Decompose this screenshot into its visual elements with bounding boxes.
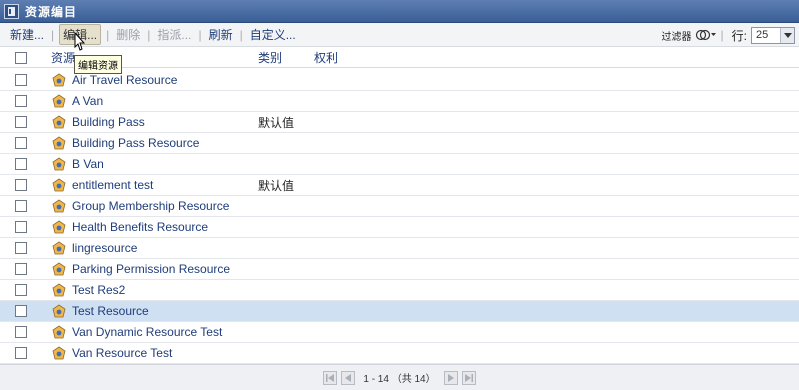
resource-table-body: Air Travel Resource A Van Building Pass 默认值…: [0, 70, 799, 364]
toolbar: 新建... | 编辑... | 删除 | 指派... | 刷新 | 自定义...…: [0, 23, 799, 47]
resource-icon: [52, 325, 66, 339]
separator: |: [720, 28, 724, 42]
resource-icon: [52, 73, 66, 87]
resource-name-link[interactable]: Building Pass: [72, 115, 145, 129]
filter-icon[interactable]: [695, 28, 717, 42]
window-title-bar: 资源编目: [0, 0, 799, 23]
resource-name-link[interactable]: A Van: [72, 94, 103, 108]
resource-icon: [52, 241, 66, 255]
table-row[interactable]: Test Resource: [0, 301, 799, 322]
resource-name-link[interactable]: Van Dynamic Resource Test: [72, 325, 222, 339]
resource-name-link[interactable]: Parking Permission Resource: [72, 262, 230, 276]
row-checkbox[interactable]: [15, 95, 27, 107]
separator: |: [198, 27, 202, 42]
resource-name-link[interactable]: Air Travel Resource: [72, 73, 177, 87]
row-checkbox[interactable]: [15, 74, 27, 86]
resource-icon: [52, 199, 66, 213]
new-button[interactable]: 新建...: [8, 26, 46, 43]
resource-name-link[interactable]: B Van: [72, 157, 104, 171]
table-row[interactable]: lingresource: [0, 238, 799, 259]
separator: |: [106, 27, 110, 42]
table-row[interactable]: Test Res2: [0, 280, 799, 301]
rows-select-value: 25: [756, 29, 769, 41]
resource-name-link[interactable]: entitlement test: [72, 178, 153, 192]
table-row[interactable]: Group Membership Resource: [0, 196, 799, 217]
select-all-checkbox[interactable]: [15, 52, 27, 64]
resource-icon: [52, 94, 66, 108]
resource-name-link[interactable]: Van Resource Test: [72, 346, 172, 360]
catalog-icon: [4, 3, 19, 19]
table-row[interactable]: B Van: [0, 154, 799, 175]
resource-category: 默认值: [258, 115, 295, 130]
customize-button[interactable]: 自定义...: [248, 26, 298, 43]
table-row[interactable]: A Van: [0, 91, 799, 112]
resource-icon: [52, 136, 66, 150]
row-checkbox[interactable]: [15, 242, 27, 254]
rows-label: 行:: [731, 28, 747, 43]
resource-name-link[interactable]: lingresource: [72, 241, 137, 255]
resource-category: 默认值: [258, 178, 295, 193]
resource-name-link[interactable]: Test Res2: [72, 283, 125, 297]
resource-name-link[interactable]: Health Benefits Resource: [72, 220, 208, 234]
column-header-rights[interactable]: 权利: [314, 49, 338, 66]
separator: |: [51, 27, 55, 42]
table-row[interactable]: Parking Permission Resource: [0, 259, 799, 280]
table-row[interactable]: Van Resource Test: [0, 343, 799, 364]
table-row[interactable]: Van Dynamic Resource Test: [0, 322, 799, 343]
row-checkbox[interactable]: [15, 347, 27, 359]
table-row[interactable]: entitlement test 默认值: [0, 175, 799, 196]
column-header-category[interactable]: 类别: [258, 49, 282, 66]
resource-icon: [52, 346, 66, 360]
first-page-icon[interactable]: [323, 370, 338, 385]
table-row[interactable]: Building Pass Resource: [0, 133, 799, 154]
row-checkbox[interactable]: [15, 179, 27, 191]
resource-icon: [52, 262, 66, 276]
filter-label: 过滤器: [661, 31, 692, 43]
row-checkbox[interactable]: [15, 158, 27, 170]
resource-icon: [52, 283, 66, 297]
resource-icon: [52, 115, 66, 129]
separator: |: [239, 27, 243, 42]
row-checkbox[interactable]: [15, 221, 27, 233]
next-page-icon[interactable]: [443, 370, 458, 385]
resource-icon: [52, 220, 66, 234]
chevron-down-icon: [780, 27, 794, 43]
resource-name-link[interactable]: Building Pass Resource: [72, 136, 199, 150]
resource-icon: [52, 178, 66, 192]
row-checkbox[interactable]: [15, 326, 27, 338]
row-checkbox[interactable]: [15, 137, 27, 149]
resource-name-link[interactable]: Test Resource: [72, 304, 149, 318]
row-checkbox[interactable]: [15, 284, 27, 296]
resource-name-link[interactable]: Group Membership Resource: [72, 199, 229, 213]
row-checkbox[interactable]: [15, 116, 27, 128]
pager: 1 - 14 （共 14）: [0, 364, 799, 390]
edit-tooltip: 编辑资源: [74, 55, 122, 74]
refresh-button[interactable]: 刷新: [207, 26, 235, 43]
last-page-icon[interactable]: [461, 370, 476, 385]
row-checkbox[interactable]: [15, 200, 27, 212]
page-range-text: 1 - 14 （共 14）: [363, 374, 436, 385]
row-checkbox[interactable]: [15, 305, 27, 317]
rows-per-page-select[interactable]: 25: [751, 26, 795, 44]
previous-page-icon[interactable]: [341, 370, 356, 385]
toolbar-right: 过滤器 | 行: 25: [662, 23, 795, 47]
window-title: 资源编目: [25, 4, 78, 19]
delete-button[interactable]: 删除: [114, 26, 142, 43]
row-checkbox[interactable]: [15, 263, 27, 275]
mouse-cursor-icon: [74, 32, 86, 51]
resource-icon: [52, 304, 66, 318]
table-row[interactable]: Health Benefits Resource: [0, 217, 799, 238]
assign-button[interactable]: 指派...: [155, 26, 193, 43]
separator: |: [147, 27, 151, 42]
table-row[interactable]: Building Pass 默认值: [0, 112, 799, 133]
resource-icon: [52, 157, 66, 171]
